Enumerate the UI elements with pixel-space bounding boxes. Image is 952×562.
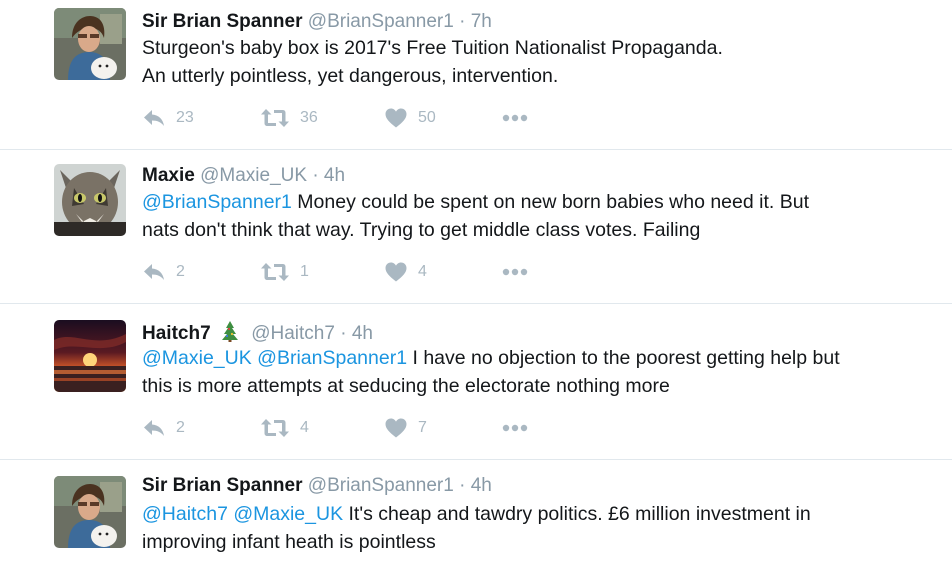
like-button[interactable]: 7 (384, 416, 427, 440)
tweet-header: Sir Brian Spanner @BrianSpanner1 · 7h (142, 10, 492, 34)
user-handle[interactable]: @Haitch7 (251, 323, 335, 344)
user-handle[interactable]: @Maxie_UK (200, 165, 307, 186)
mention-link[interactable]: @Maxie_UK (233, 503, 343, 525)
avatar[interactable] (54, 320, 126, 392)
like-icon (384, 260, 408, 284)
retweet-icon (260, 416, 290, 440)
display-name[interactable]: Haitch7 (142, 323, 211, 344)
tweet-actions: 23 36 50 (142, 106, 562, 130)
tweet-actions: 2 1 4 (142, 260, 562, 284)
tweet-header: Haitch7 @Haitch7 · 4h (142, 320, 373, 346)
mention-link[interactable]: @Haitch7 (142, 503, 228, 525)
retweet-count: 1 (300, 263, 309, 280)
reply-count: 2 (176, 419, 185, 436)
tweet-text-line: nats don't think that way. Trying to get… (142, 219, 701, 241)
tweet-text-line: @Haitch7 @Maxie_UK It's cheap and tawdry… (142, 500, 811, 528)
like-count: 7 (418, 419, 427, 436)
timestamp[interactable]: 4h (352, 323, 373, 344)
tweet[interactable]: Maxie @Maxie_UK · 4h @BrianSpanner1 Mone… (0, 150, 952, 304)
retweet-icon (260, 260, 290, 284)
retweet-count: 4 (300, 419, 309, 436)
tweet[interactable]: Sir Brian Spanner @BrianSpanner1 · 4h @H… (0, 460, 952, 562)
reply-count: 23 (176, 109, 194, 126)
reply-button[interactable]: 2 (142, 416, 185, 440)
separator-dot: · (340, 323, 347, 344)
like-icon (384, 416, 408, 440)
tweet-text-line: An utterly pointless, yet dangerous, int… (142, 65, 559, 87)
tweet-text-line: this is more attempts at seducing the el… (142, 375, 670, 397)
reply-button[interactable]: 23 (142, 106, 194, 130)
separator-dot: · (312, 165, 319, 186)
more-icon (500, 106, 530, 130)
retweet-button[interactable]: 1 (260, 260, 309, 284)
like-count: 4 (418, 263, 427, 280)
more-button[interactable] (500, 416, 530, 440)
retweet-button[interactable]: 4 (260, 416, 309, 440)
display-name[interactable]: Maxie (142, 165, 195, 186)
tweet-header: Maxie @Maxie_UK · 4h (142, 164, 345, 188)
display-name[interactable]: Sir Brian Spanner (142, 475, 303, 496)
avatar[interactable] (54, 164, 126, 236)
mention-link[interactable]: @BrianSpanner1 (142, 191, 292, 213)
timestamp[interactable]: 4h (324, 165, 345, 186)
tweet-actions: 2 4 7 (142, 416, 562, 440)
tweet-text: @Haitch7 @Maxie_UK It's cheap and tawdry… (142, 500, 811, 556)
reply-count: 2 (176, 263, 185, 280)
display-name[interactable]: Sir Brian Spanner (142, 11, 303, 32)
reply-icon (142, 260, 166, 284)
avatar[interactable] (54, 8, 126, 80)
mention-link[interactable]: @BrianSpanner1 (257, 347, 407, 369)
like-icon (384, 106, 408, 130)
more-icon (500, 416, 530, 440)
separator-dot: · (459, 475, 466, 496)
tweet-text: @BrianSpanner1 Money could be spent on n… (142, 188, 809, 244)
retweet-count: 36 (300, 109, 318, 126)
reply-icon (142, 416, 166, 440)
timeline: Sir Brian Spanner @BrianSpanner1 · 7h St… (0, 0, 952, 562)
user-handle[interactable]: @BrianSpanner1 (308, 11, 454, 32)
more-button[interactable] (500, 260, 530, 284)
tweet-text-segment: Money could be spent on new born babies … (291, 191, 809, 213)
retweet-icon (260, 106, 290, 130)
tweet-text-line: Sturgeon's baby box is 2017's Free Tuiti… (142, 37, 723, 59)
reply-icon (142, 106, 166, 130)
timestamp[interactable]: 7h (471, 11, 492, 32)
tweet-text-line: @Maxie_UK @BrianSpanner1 I have no objec… (142, 344, 840, 372)
tweet-text: Sturgeon's baby box is 2017's Free Tuiti… (142, 34, 723, 90)
like-button[interactable]: 50 (384, 106, 436, 130)
christmas-tree-icon (221, 321, 238, 342)
tweet-text-line: improving infant heath is pointless (142, 531, 436, 553)
avatar[interactable] (54, 476, 126, 548)
tweet-text-segment: It's cheap and tawdry politics. £6 milli… (343, 503, 811, 525)
timestamp[interactable]: 4h (471, 475, 492, 496)
tweet-text-segment: I have no objection to the poorest getti… (407, 347, 840, 369)
tweet-header: Sir Brian Spanner @BrianSpanner1 · 4h (142, 474, 492, 498)
user-handle[interactable]: @BrianSpanner1 (308, 475, 454, 496)
more-button[interactable] (500, 106, 530, 130)
tweet[interactable]: Sir Brian Spanner @BrianSpanner1 · 7h St… (0, 0, 952, 150)
retweet-button[interactable]: 36 (260, 106, 318, 130)
tweet[interactable]: Haitch7 @Haitch7 · 4h @Maxie_UK @BrianSp… (0, 304, 952, 460)
like-count: 50 (418, 109, 436, 126)
reply-button[interactable]: 2 (142, 260, 185, 284)
tweet-text-line: @BrianSpanner1 Money could be spent on n… (142, 188, 809, 216)
like-button[interactable]: 4 (384, 260, 427, 284)
tweet-text: @Maxie_UK @BrianSpanner1 I have no objec… (142, 344, 840, 400)
more-icon (500, 260, 530, 284)
mention-link[interactable]: @Maxie_UK (142, 347, 252, 369)
separator-dot: · (459, 11, 466, 32)
